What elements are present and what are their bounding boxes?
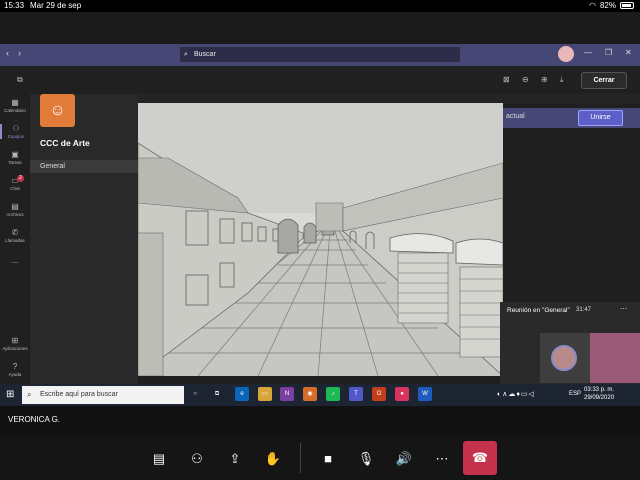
hang-up-icon: ☎ — [471, 450, 489, 465]
channel-general[interactable]: General — [30, 160, 138, 173]
teams-icon: ⚇ — [12, 124, 20, 133]
participant-video[interactable] — [540, 333, 590, 383]
status-right: ◠ 82% — [589, 1, 634, 10]
rail-label: Aplicaciones — [2, 346, 28, 351]
word-icon[interactable]: W — [418, 387, 432, 401]
rail-label: Equipos — [7, 134, 25, 139]
teams-search-input[interactable]: ⌕ Buscar — [180, 47, 460, 62]
wifi-icon: ◠ — [589, 1, 596, 10]
taskbar-search-input[interactable]: ⌕ Escribe aquí para buscar — [22, 386, 184, 404]
meeting-title: Reunión en "General" — [507, 307, 570, 314]
minimize-icon[interactable]: — — [584, 48, 592, 57]
search-icon: ⌕ — [27, 390, 32, 399]
left-rail: ▦ Calendario ⚇ Equipos ▣ Tareas ▭ 2 Chat… — [0, 94, 30, 384]
join-context-text: actual — [506, 113, 525, 120]
spotify-icon[interactable]: ♪ — [326, 387, 340, 401]
more-icon: ... — [11, 256, 19, 265]
drawing-svg — [138, 103, 503, 376]
raise-hand-icon[interactable]: ✋ — [262, 448, 284, 470]
files-icon: ▤ — [11, 202, 19, 211]
task-view-icon[interactable]: ⧉ — [210, 387, 224, 401]
rail-label: Llamadas — [5, 238, 25, 243]
avatar[interactable] — [558, 46, 574, 62]
status-time: 15:33 — [4, 1, 25, 10]
perspective-street-drawing — [138, 103, 503, 376]
maximize-icon[interactable]: ❐ — [605, 48, 612, 57]
onenote-icon[interactable]: N — [280, 387, 294, 401]
rail-item-calls[interactable]: ✆ Llamadas — [0, 228, 30, 243]
back-arrow-icon[interactable]: ‹ — [6, 48, 9, 58]
close-window-icon[interactable]: ✕ — [625, 48, 632, 57]
close-button[interactable]: Cerrar — [581, 72, 627, 89]
assignments-icon: ▣ — [11, 150, 19, 159]
zoom-in-icon[interactable]: ⊕ — [541, 75, 548, 84]
help-icon: ? — [12, 362, 18, 371]
tray-icons[interactable]: ◐∧☁♦▭◁ — [497, 390, 535, 398]
microphone-icon[interactable]: 🎙 — [355, 448, 377, 470]
device-status-bar: 15:33 Mar 29 de sep ◠ 82% — [0, 0, 640, 12]
chat-icon[interactable]: ▤ — [148, 448, 170, 470]
edge-icon[interactable]: e — [235, 387, 249, 401]
forward-arrow-icon[interactable]: › — [18, 48, 21, 58]
battery-percent: 82% — [599, 1, 616, 10]
meeting-timer: 31:47 — [576, 307, 592, 313]
teams-app-icon[interactable]: T — [349, 387, 363, 401]
hang-up-button[interactable]: ☎ — [463, 441, 497, 475]
fit-icon[interactable]: ⊠ — [503, 75, 510, 84]
battery-icon — [620, 2, 634, 9]
rail-label: Calendario — [4, 108, 26, 113]
controls-divider — [300, 443, 301, 473]
cortana-icon[interactable]: ○ — [188, 387, 202, 401]
participant-avatar — [551, 345, 577, 371]
rail-item-files[interactable]: ▤ Archivos — [0, 202, 30, 217]
more-icon[interactable]: ⋯ — [431, 448, 453, 470]
rail-item-calendar[interactable]: ▦ Calendario — [0, 98, 30, 113]
rail-item-assignments[interactable]: ▣ Tareas — [0, 150, 30, 165]
rail-item-chat[interactable]: ▭ 2 Chat — [0, 175, 30, 191]
tray-date: 29/09/2020 — [584, 395, 615, 401]
rail-item-teams[interactable]: ⚇ Equipos — [0, 124, 30, 139]
participant-video[interactable] — [590, 333, 640, 383]
presenter-name: VERONICA G. — [8, 415, 61, 424]
tray-time: 03:33 p. m. — [584, 387, 615, 393]
share-screen-icon[interactable]: ⇪ — [224, 448, 246, 470]
chat-icon: ▭ — [11, 176, 19, 185]
chrome-icon[interactable]: ◉ — [303, 387, 317, 401]
speaker-icon[interactable]: 🔊 — [393, 448, 415, 470]
rail-label: Chat — [10, 186, 20, 191]
app-icon[interactable]: ● — [395, 387, 409, 401]
participants-icon[interactable]: ⚇ — [186, 448, 208, 470]
rail-label: Archivos — [6, 212, 24, 217]
presenter-strip — [0, 406, 640, 436]
apps-icon: ⊞ — [11, 336, 19, 345]
screen-icon[interactable]: ⧉ — [17, 75, 23, 85]
office-icon[interactable]: O — [372, 387, 386, 401]
tray-language[interactable]: ESP — [569, 391, 581, 397]
status-date: Mar 29 de sep — [30, 1, 82, 10]
file-explorer-icon[interactable]: ▭ — [258, 387, 272, 401]
more-icon[interactable]: ⋯ — [620, 305, 627, 313]
rail-label: Tareas — [8, 160, 22, 165]
windows-start-icon[interactable]: ⊞ — [6, 389, 14, 400]
taskbar-search-placeholder: Escribe aquí para buscar — [40, 391, 118, 398]
rail-item-help[interactable]: ? Ayuda — [0, 362, 30, 377]
calendar-icon: ▦ — [11, 98, 19, 107]
rail-label: Ayuda — [8, 372, 22, 377]
theater-masks-icon[interactable]: ☺ — [40, 94, 75, 127]
zoom-out-icon[interactable]: ⊖ — [522, 75, 529, 84]
camera-icon[interactable]: ■ — [317, 448, 339, 470]
tray-clock[interactable]: 03:33 p. m. 29/09/2020 — [584, 386, 614, 402]
team-name[interactable]: CCC de Arte — [40, 138, 90, 148]
rail-item-apps[interactable]: ⊞ Aplicaciones — [0, 336, 30, 351]
chat-badge: 2 — [17, 175, 24, 182]
join-button[interactable]: Unirse — [578, 110, 623, 126]
download-icon[interactable]: ⤓ — [560, 75, 564, 85]
calls-icon: ✆ — [11, 228, 19, 237]
rail-item-more[interactable]: ... — [0, 256, 30, 266]
search-placeholder: Buscar — [194, 51, 216, 58]
search-icon: ⌕ — [184, 51, 188, 58]
